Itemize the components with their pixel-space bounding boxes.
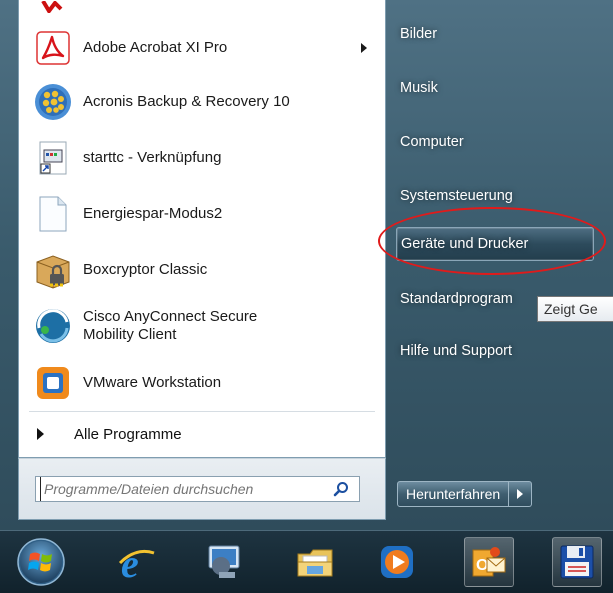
remote-desktop-icon[interactable]: [200, 537, 250, 587]
right-item-label: Computer: [400, 134, 464, 150]
program-item-boxcryptor[interactable]: Boxcryptor Classic: [19, 244, 385, 296]
annotation-ellipse: [378, 207, 606, 275]
right-item-label: Bilder: [400, 26, 438, 42]
right-item-standardprogramme[interactable]: Standardprogram: [400, 284, 513, 314]
program-label-line1: Cisco AnyConnect Secure: [83, 308, 258, 325]
program-label: Boxcryptor Classic: [83, 261, 208, 278]
right-item-label: Hilfe und Support: [400, 343, 513, 359]
boxcryptor-icon: [33, 250, 73, 290]
media-player-icon[interactable]: [372, 537, 422, 587]
search-area: [18, 458, 386, 520]
file-explorer-icon[interactable]: [290, 537, 340, 587]
right-item-computer[interactable]: Computer: [400, 127, 464, 157]
save-disk-icon[interactable]: [552, 537, 602, 587]
acronis-icon: [33, 82, 73, 122]
all-programs-button[interactable]: Alle Programme: [19, 416, 385, 452]
document-icon: [33, 194, 73, 234]
submenu-arrow-icon[interactable]: [361, 43, 367, 53]
program-item-vmware[interactable]: VMware Workstation: [19, 357, 385, 409]
right-item-hilfe-und-support[interactable]: Hilfe und Support: [400, 336, 512, 366]
shutdown-control: Herunterfahren: [397, 481, 533, 507]
all-programs-label: Alle Programme: [74, 425, 182, 443]
right-item-bilder[interactable]: Bilder: [400, 19, 437, 49]
program-list: Adobe Acrobat XI Pro Acronis Backup & Re…: [18, 0, 386, 458]
tooltip: Zeigt Ge: [537, 296, 613, 322]
program-label: Adobe Acrobat XI Pro: [83, 39, 228, 56]
program-label: Cisco AnyConnect Secure Mobility Client: [83, 308, 257, 344]
program-item-energiespar[interactable]: Energiespar-Modus2: [19, 188, 385, 240]
shutdown-label: Herunterfahren: [406, 486, 501, 502]
shortcut-icon: [33, 138, 73, 178]
outlook-icon[interactable]: O: [464, 537, 514, 587]
program-label-line2: Mobility Client: [83, 326, 177, 343]
vmware-icon: [33, 363, 73, 403]
right-item-label: Systemsteuerung: [400, 188, 513, 204]
start-menu: Adobe Acrobat XI Pro Acronis Backup & Re…: [0, 0, 613, 530]
taskbar: e O: [0, 530, 613, 593]
partial-icon: [41, 0, 63, 15]
program-label: Energiespar-Modus2: [83, 205, 223, 222]
chevron-right-icon: [517, 489, 524, 499]
search-box[interactable]: [35, 476, 360, 502]
shutdown-options-button[interactable]: [509, 481, 533, 507]
shutdown-button[interactable]: Herunterfahren: [397, 481, 510, 507]
program-label: starttc - Verknüpfung: [83, 149, 222, 166]
internet-explorer-icon[interactable]: e: [112, 537, 162, 587]
cisco-anyconnect-icon: [33, 306, 73, 346]
right-item-label: Musik: [400, 80, 438, 96]
triangle-right-icon: [37, 428, 44, 440]
acrobat-icon: [33, 28, 73, 68]
program-item-starttc[interactable]: starttc - Verknüpfung: [19, 132, 385, 184]
program-item-adobe-acrobat[interactable]: Adobe Acrobat XI Pro: [19, 22, 385, 74]
program-label: Acronis Backup & Recovery 10: [83, 93, 290, 110]
program-item-acronis[interactable]: Acronis Backup & Recovery 10: [19, 76, 385, 128]
program-label: VMware Workstation: [83, 374, 222, 391]
windows-start-icon[interactable]: [16, 537, 66, 587]
divider: [29, 411, 375, 412]
search-icon[interactable]: [333, 481, 349, 502]
search-input[interactable]: [40, 477, 326, 501]
right-item-musik[interactable]: Musik: [400, 73, 438, 103]
program-item-cisco-anyconnect[interactable]: Cisco AnyConnect Secure Mobility Client: [19, 300, 385, 352]
right-item-label: Standardprogram: [400, 291, 513, 307]
svg-text:e: e: [121, 541, 139, 583]
